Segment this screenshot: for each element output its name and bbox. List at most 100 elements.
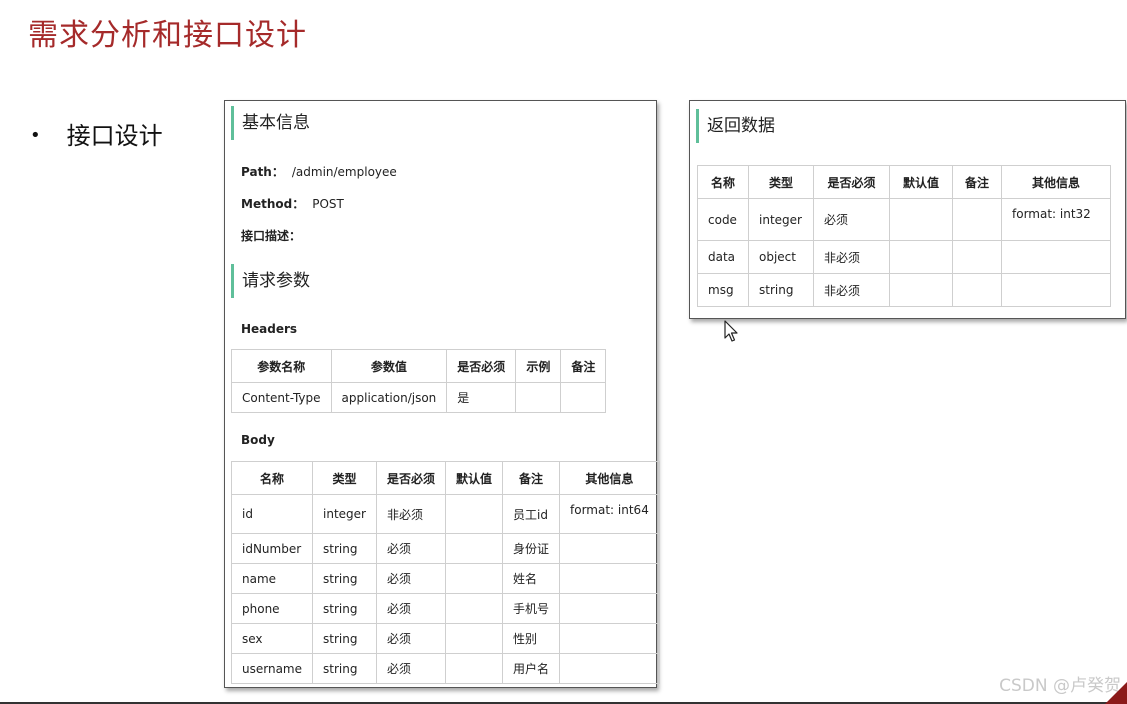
table-cell: string — [312, 623, 377, 654]
table-row: idNumber string 必须 身份证 — [231, 533, 660, 564]
table-cell: string — [312, 653, 377, 684]
table-cell: 用户名 — [501, 653, 561, 684]
body-col-note: 备注 — [501, 461, 561, 495]
table-cell: id — [231, 494, 313, 534]
table-cell — [444, 593, 504, 624]
response-table: 名称 类型 是否必须 默认值 备注 其他信息 code integer 必须 f… — [697, 165, 1111, 307]
table-cell — [559, 623, 660, 654]
table-cell: username — [231, 653, 313, 684]
response-heading: 返回数据 — [696, 109, 775, 143]
response-col-name: 名称 — [697, 165, 749, 199]
table-cell: integer — [748, 198, 814, 241]
response-col-note: 备注 — [952, 165, 1002, 199]
table-cell: 必须 — [813, 198, 890, 241]
table-row: username string 必须 用户名 — [231, 653, 660, 684]
response-col-other: 其他信息 — [1001, 165, 1111, 199]
method-row: Method： POST — [241, 195, 344, 212]
table-cell — [444, 623, 504, 654]
table-cell: 是 — [446, 382, 517, 413]
headers-col-example: 示例 — [515, 349, 562, 383]
table-cell — [889, 240, 953, 274]
table-cell: phone — [231, 593, 313, 624]
table-cell — [889, 198, 953, 241]
body-col-required: 是否必须 — [375, 461, 446, 495]
table-cell: string — [312, 593, 377, 624]
body-col-default: 默认值 — [444, 461, 504, 495]
table-cell: 身份证 — [501, 533, 561, 564]
bullet-item: • 接口设计 — [30, 116, 163, 151]
table-cell — [515, 382, 562, 413]
table-row: phone string 必须 手机号 — [231, 593, 660, 624]
desc-label: 接口描述： — [241, 229, 302, 243]
table-cell: 必须 — [375, 563, 446, 594]
table-cell — [559, 533, 660, 564]
headers-col-name: 参数名称 — [231, 349, 332, 383]
request-api-panel: 基本信息 Path： /admin/employee Method： POST 接口… — [224, 100, 660, 688]
table-cell — [952, 198, 1002, 241]
table-cell — [444, 533, 504, 564]
response-col-required: 是否必须 — [813, 165, 890, 199]
basic-info-heading: 基本信息 — [231, 106, 310, 140]
table-cell — [444, 653, 504, 684]
table-cell — [889, 273, 953, 307]
table-cell: sex — [231, 623, 313, 654]
body-table-header: 名称 类型 是否必须 默认值 备注 其他信息 — [231, 461, 660, 495]
table-cell: 非必须 — [375, 494, 446, 534]
table-cell: string — [312, 533, 377, 564]
table-cell: 姓名 — [501, 563, 561, 594]
table-cell: 性别 — [501, 623, 561, 654]
table-cell — [444, 494, 504, 534]
table-cell: 非必须 — [813, 273, 890, 307]
table-cell: msg — [697, 273, 749, 307]
headers-col-note: 备注 — [560, 349, 607, 383]
table-cell: 必须 — [375, 653, 446, 684]
headers-label: Headers — [241, 322, 298, 336]
headers-col-required: 是否必须 — [446, 349, 517, 383]
table-cell: 必须 — [375, 533, 446, 564]
table-cell: string — [312, 563, 377, 594]
table-cell: data — [697, 240, 749, 274]
table-cell — [952, 240, 1002, 274]
bullet-text: 接口设计 — [66, 122, 163, 150]
table-row: sex string 必须 性别 — [231, 623, 660, 654]
headers-col-value: 参数值 — [330, 349, 448, 383]
table-row: data object 非必须 — [697, 240, 1111, 274]
bullet-marker: • — [30, 125, 41, 146]
table-row: Content-Type application/json 是 — [231, 382, 607, 413]
headers-table: 参数名称 参数值 是否必须 示例 备注 Content-Type applica… — [231, 349, 607, 413]
table-cell: 员工id — [501, 494, 561, 534]
table-cell: integer — [312, 494, 377, 534]
response-panel: 返回数据 名称 类型 是否必须 默认值 备注 其他信息 code integer… — [689, 100, 1126, 319]
table-cell: Content-Type — [231, 382, 332, 413]
table-cell: format: int64 — [559, 494, 660, 534]
body-col-name: 名称 — [231, 461, 313, 495]
response-col-default: 默认值 — [889, 165, 953, 199]
desc-row: 接口描述： — [241, 227, 309, 244]
method-value: POST — [312, 197, 344, 211]
headers-table-header: 参数名称 参数值 是否必须 示例 备注 — [231, 349, 607, 383]
mouse-pointer-icon — [724, 320, 738, 342]
table-cell: 必须 — [375, 593, 446, 624]
table-cell: format: int32 — [1001, 198, 1111, 241]
corner-decoration — [1105, 682, 1127, 704]
table-cell — [444, 563, 504, 594]
body-col-other: 其他信息 — [559, 461, 660, 495]
table-cell: code — [697, 198, 749, 241]
path-row: Path： /admin/employee — [241, 163, 397, 180]
slide-title: 需求分析和接口设计 — [28, 18, 307, 53]
path-value: /admin/employee — [291, 165, 397, 179]
body-table: 名称 类型 是否必须 默认值 备注 其他信息 id integer 非必须 员工… — [231, 461, 660, 684]
table-cell — [1001, 240, 1111, 274]
method-label: Method： — [241, 197, 305, 211]
response-table-header: 名称 类型 是否必须 默认值 备注 其他信息 — [697, 165, 1111, 199]
table-cell — [560, 382, 607, 413]
table-cell: object — [748, 240, 814, 274]
table-cell: string — [748, 273, 814, 307]
table-row: name string 必须 姓名 — [231, 563, 660, 594]
request-params-heading: 请求参数 — [231, 264, 310, 298]
table-cell — [559, 563, 660, 594]
table-cell — [559, 593, 660, 624]
response-col-type: 类型 — [748, 165, 814, 199]
body-col-type: 类型 — [312, 461, 377, 495]
table-row: code integer 必须 format: int32 — [697, 198, 1111, 241]
